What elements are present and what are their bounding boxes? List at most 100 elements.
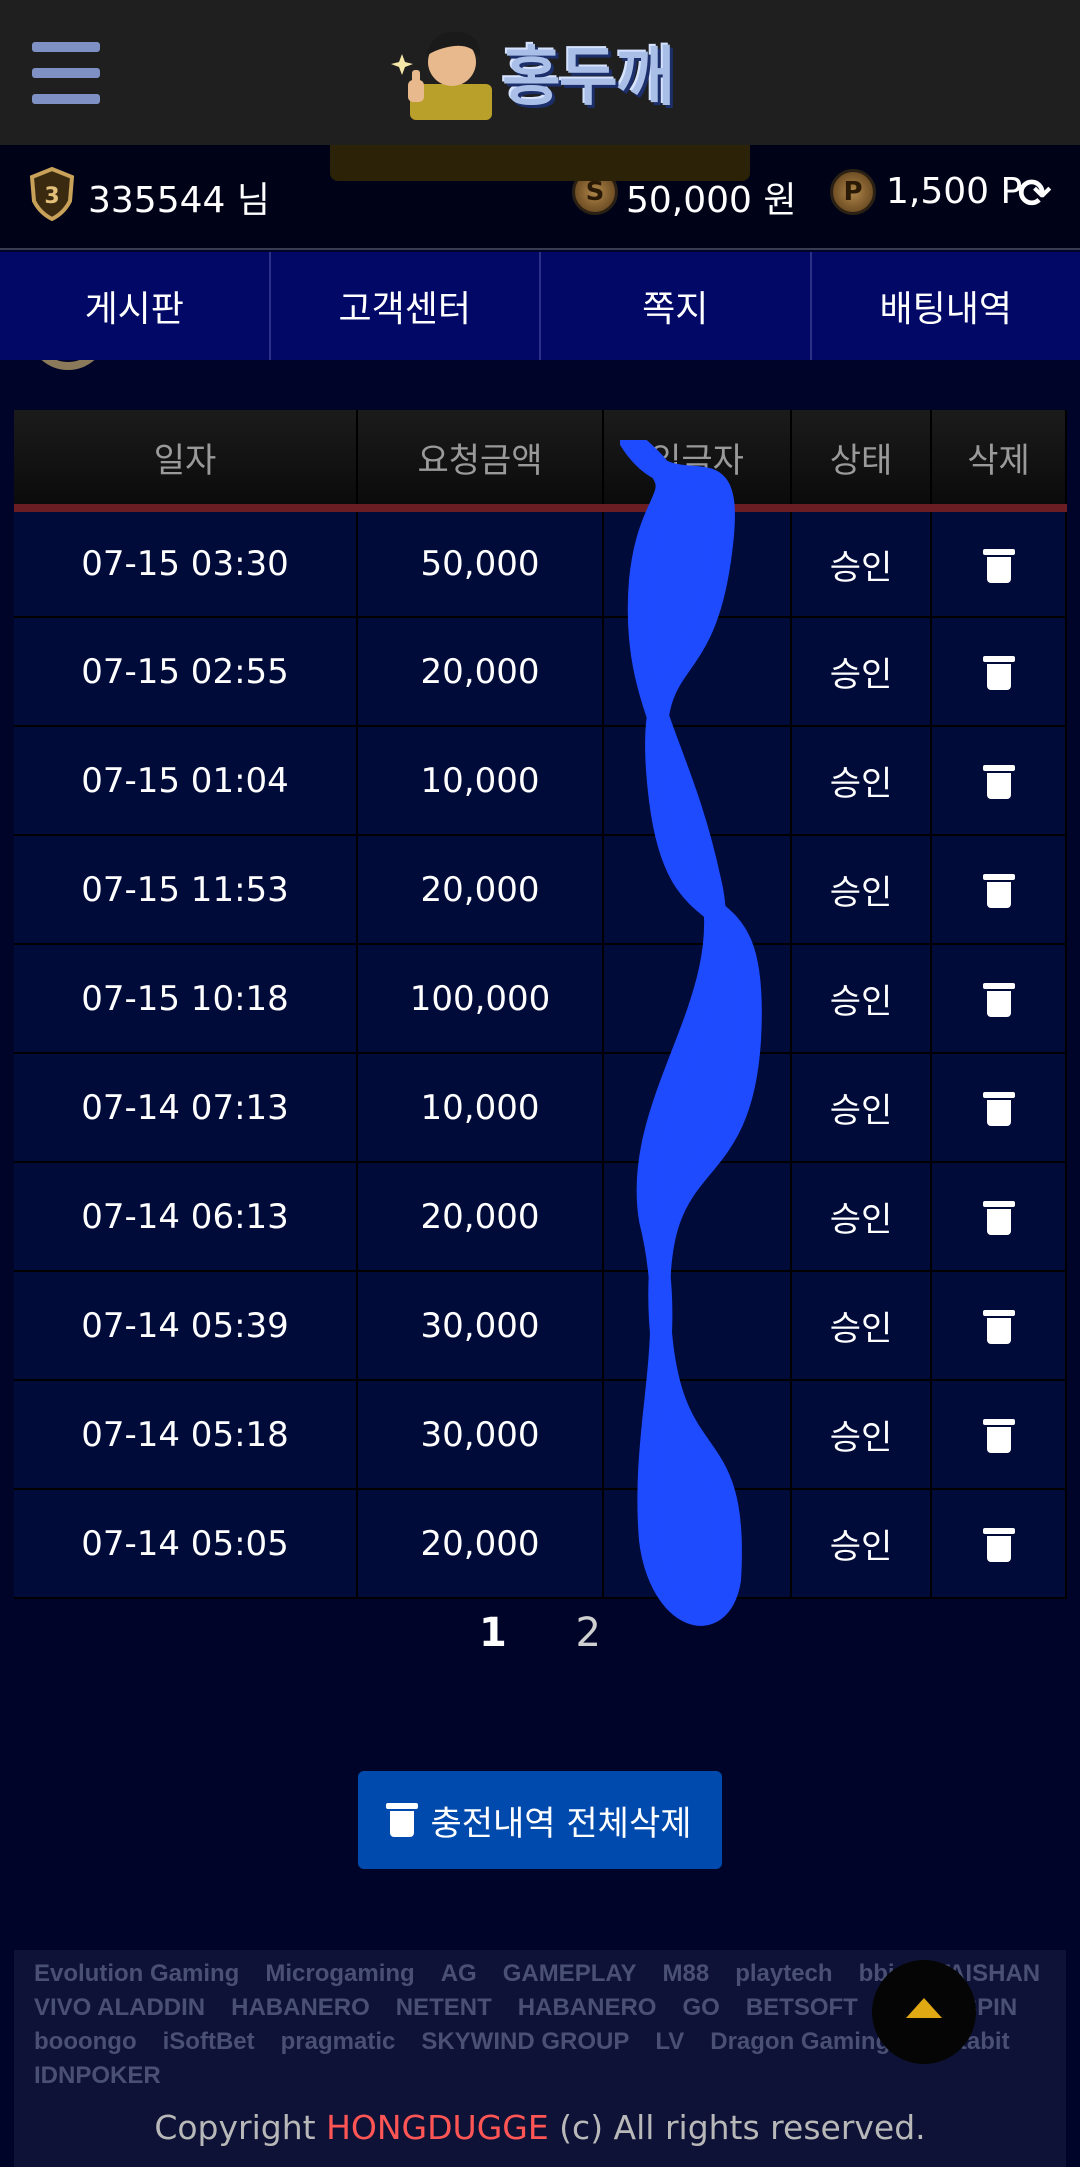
page-link-2[interactable]: 2 [576, 1610, 601, 1656]
cell-status: 승인 [791, 1489, 932, 1599]
nav-item-betting-history[interactable]: 배팅내역 [812, 252, 1080, 360]
cell-amount: 20,000 [357, 1162, 604, 1272]
cell-depositor [603, 1380, 792, 1490]
cell-depositor [603, 1489, 792, 1599]
provider-logo: IDNPOKER [34, 2062, 161, 2089]
level-number: 3 [44, 184, 59, 209]
provider-logo: BETSOFT [745, 1994, 858, 2021]
cell-status: 승인 [791, 1053, 932, 1163]
cell-amount: 20,000 [357, 617, 604, 727]
trash-icon[interactable] [982, 1201, 1015, 1235]
provider-logo: GO [682, 1994, 720, 2021]
provider-logo: AG [440, 1960, 477, 1987]
provider-logo: Evolution Gaming [34, 1960, 240, 1987]
provider-logo: HABANERO [517, 1994, 657, 2021]
cell-date: 07-15 03:30 [14, 508, 358, 618]
header-delete: 삭제 [931, 410, 1067, 508]
logo-tab-decoration [330, 145, 750, 181]
header-date: 일자 [14, 410, 358, 508]
cell-status: 승인 [791, 1271, 932, 1381]
cell-depositor [603, 835, 792, 945]
cell-amount: 30,000 [357, 1271, 604, 1381]
provider-logo: iSoftBet [162, 2028, 255, 2055]
copyright: Copyright HONGDUGGE (c) All rights reser… [14, 2108, 1066, 2147]
copyright-suffix: (c) All rights reserved. [548, 2108, 926, 2147]
cell-date: 07-14 07:13 [14, 1053, 358, 1163]
page-link-1[interactable]: 1 [479, 1610, 507, 1656]
provider-logo: SKYWIND GROUP [421, 2028, 630, 2055]
cell-amount: 30,000 [357, 1380, 604, 1490]
hamburger-menu-icon[interactable] [32, 42, 100, 104]
cell-amount: 50,000 [357, 508, 604, 618]
copyright-prefix: Copyright [154, 2108, 327, 2147]
section-icon [28, 360, 108, 370]
nav-item-messages[interactable]: 쪽지 [541, 252, 812, 360]
table-row: 07-15 11:53 20,000 승인 [14, 835, 1067, 945]
cell-date: 07-14 05:18 [14, 1380, 358, 1490]
trash-icon[interactable] [982, 656, 1015, 690]
cell-status: 승인 [791, 1162, 932, 1272]
cell-date: 07-15 11:53 [14, 835, 358, 945]
provider-logo: NETENT [395, 1994, 492, 2021]
cell-depositor [603, 726, 792, 836]
cell-depositor [603, 508, 792, 618]
trash-icon[interactable] [982, 1419, 1015, 1453]
cell-delete [931, 1489, 1067, 1599]
site-logo[interactable]: 홍두깨 [388, 24, 675, 120]
trash-icon[interactable] [982, 1528, 1015, 1562]
provider-logo: playtech [735, 1960, 833, 1987]
table-header-row: 일자 요청금액 입금자 상태 삭제 [14, 410, 1067, 508]
scroll-to-top-button[interactable] [872, 1960, 976, 2064]
refresh-icon[interactable]: ⟳ [1018, 171, 1052, 217]
table-row: 07-14 05:39 30,000 승인 [14, 1271, 1067, 1381]
cell-date: 07-15 02:55 [14, 617, 358, 727]
cell-status: 승인 [791, 726, 932, 836]
cell-date: 07-15 10:18 [14, 944, 358, 1054]
provider-logo: M88 [662, 1960, 710, 1987]
cell-amount: 20,000 [357, 835, 604, 945]
cell-delete [931, 617, 1067, 727]
cell-depositor [603, 617, 792, 727]
delete-all-label: 충전내역 전체삭제 [430, 1803, 692, 1844]
cell-delete [931, 726, 1067, 836]
provider-logo: VIVO ALADDIN [34, 1994, 206, 2021]
top-bar: 홍두깨 [0, 0, 1080, 145]
trash-icon[interactable] [982, 983, 1015, 1017]
table-row: 07-14 05:18 30,000 승인 [14, 1380, 1067, 1490]
cell-delete [931, 1271, 1067, 1381]
cell-amount: 20,000 [357, 1489, 604, 1599]
cell-status: 승인 [791, 617, 932, 727]
cell-amount: 10,000 [357, 1053, 604, 1163]
cell-date: 07-14 05:05 [14, 1489, 358, 1599]
provider-logo: Dragon Gaming [710, 2028, 891, 2055]
table-row: 07-15 03:30 50,000 승인 [14, 508, 1067, 618]
header-amount: 요청금액 [357, 410, 604, 508]
cell-date: 07-14 06:13 [14, 1162, 358, 1272]
nav-item-customer-center[interactable]: 고객센터 [271, 252, 541, 360]
provider-logo: LV [655, 2028, 685, 2055]
cell-delete [931, 508, 1067, 618]
table-row: 07-14 05:05 20,000 승인 [14, 1489, 1067, 1599]
cell-amount: 10,000 [357, 726, 604, 836]
cell-date: 07-15 01:04 [14, 726, 358, 836]
main-nav: 게시판 고객센터 쪽지 배팅내역 [0, 252, 1080, 360]
provider-logo: HABANERO [231, 1994, 370, 2021]
trash-icon[interactable] [982, 765, 1015, 799]
cell-delete [931, 835, 1067, 945]
trash-icon[interactable] [982, 1310, 1015, 1344]
table-row: 07-15 01:04 10,000 승인 [14, 726, 1067, 836]
cell-delete [931, 1162, 1067, 1272]
trash-icon[interactable] [982, 874, 1015, 908]
cell-depositor [603, 1271, 792, 1381]
delete-all-history-button[interactable]: 충전내역 전체삭제 [358, 1771, 722, 1869]
cell-amount: 100,000 [357, 944, 604, 1054]
table-row: 07-15 10:18 100,000 승인 [14, 944, 1067, 1054]
point-balance: 1,500 P [886, 171, 1023, 212]
table-row: 07-14 07:13 10,000 승인 [14, 1053, 1067, 1163]
trash-icon[interactable] [982, 548, 1015, 583]
provider-logo: GAMEPLAY [502, 1960, 637, 1987]
trash-icon[interactable] [982, 1092, 1015, 1126]
nav-item-board[interactable]: 게시판 [0, 252, 271, 360]
provider-logo: pragmatic [280, 2028, 396, 2055]
table-row: 07-14 06:13 20,000 승인 [14, 1162, 1067, 1272]
